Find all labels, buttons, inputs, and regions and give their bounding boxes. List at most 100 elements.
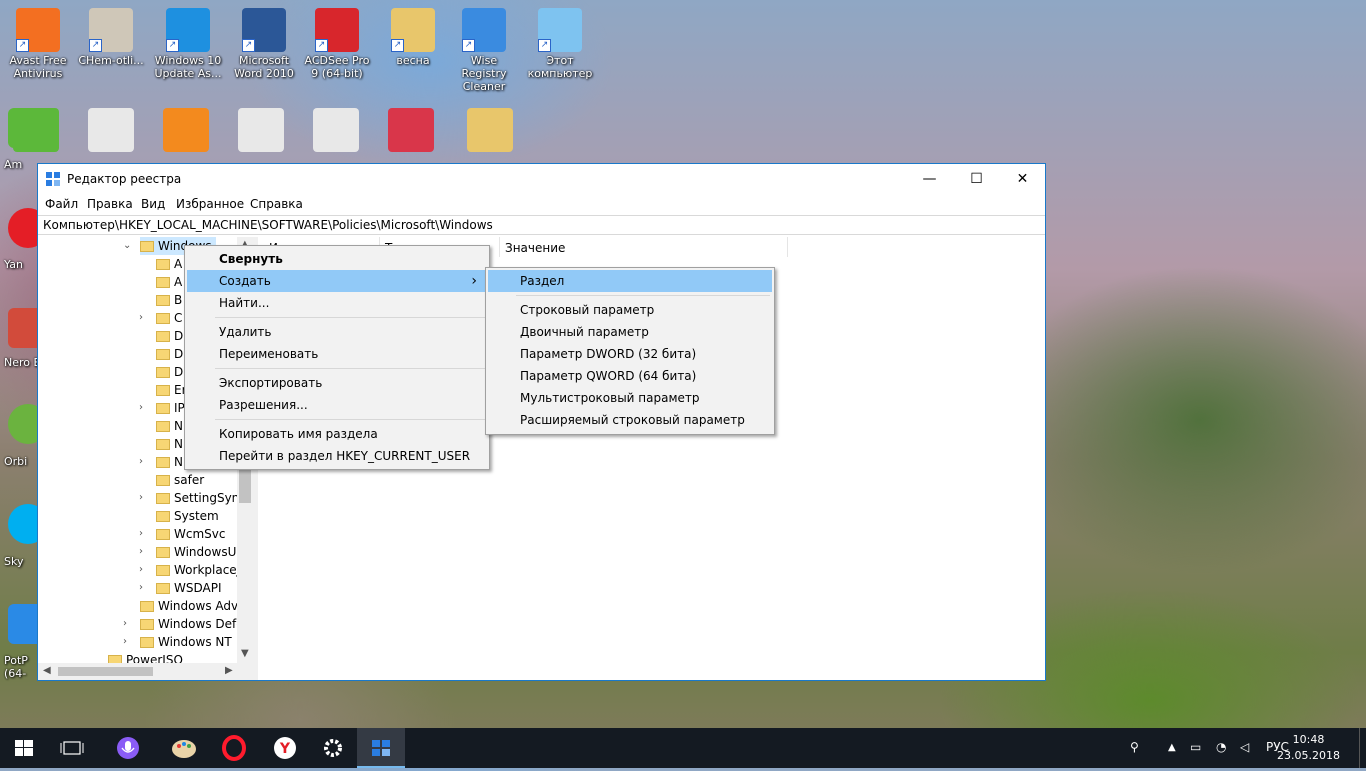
tree-node[interactable]: D (156, 345, 183, 363)
desktop-shortcut[interactable]: ↗ Microsoft Word 2010 (229, 8, 299, 80)
menu-item-rename[interactable]: Переименовать (187, 343, 487, 365)
collapsed-chevron-icon[interactable]: › (123, 633, 127, 651)
submenu-item-dword-value[interactable]: Параметр DWORD (32 бита) (488, 343, 772, 365)
desktop-shortcut[interactable]: ↗ ACDSee Pro 9 (64-bit) (302, 8, 372, 80)
start-button[interactable] (0, 728, 48, 768)
collapsed-chevron-icon[interactable]: › (139, 543, 143, 561)
tree-node[interactable]: D (156, 327, 183, 345)
menu-item-collapse[interactable]: Свернуть (187, 248, 487, 270)
submenu-item-string-value[interactable]: Строковый параметр (488, 299, 772, 321)
submenu-item-multistring-value[interactable]: Мультистроковый параметр (488, 387, 772, 409)
menu-file[interactable]: Файл (45, 197, 78, 211)
opera-button[interactable] (210, 728, 258, 768)
regedit-taskbar-button[interactable] (357, 728, 405, 768)
tree-horizontal-scroll-thumb[interactable] (58, 667, 153, 676)
tree-node[interactable]: Er (156, 381, 187, 399)
close-button[interactable]: ✕ (1000, 164, 1045, 194)
tree-node[interactable]: › Windows Defe (123, 615, 244, 633)
volume-icon[interactable]: ◁ (1240, 740, 1249, 754)
desktop-shortcut-icon[interactable] (238, 108, 284, 152)
desktop-shortcut-icon[interactable] (88, 108, 134, 152)
desktop-shortcut[interactable]: ↗ Этот компьютер (525, 8, 595, 80)
tree-node[interactable]: › C (139, 309, 182, 327)
scroll-right-arrow-icon[interactable]: ▶ (225, 665, 233, 676)
scroll-down-arrow-icon[interactable]: ▼ (241, 648, 249, 659)
tree-node[interactable]: › WorkplaceJ (139, 561, 240, 579)
expanded-chevron-icon[interactable]: ⌄ (123, 237, 131, 255)
menu-favorites[interactable]: Избранное (176, 197, 244, 211)
folder-icon (156, 493, 170, 504)
menu-edit[interactable]: Правка (87, 197, 133, 211)
submenu-item-expandable-string-value[interactable]: Расширяемый строковый параметр (488, 409, 772, 431)
tree-node[interactable]: A (156, 255, 182, 273)
desktop-shortcut[interactable]: ↗ Wise Registry Cleaner (449, 8, 519, 93)
task-view-button[interactable] (48, 728, 96, 768)
show-hidden-icons-chevron-icon[interactable]: ▲ (1168, 742, 1176, 753)
clock[interactable]: 10:48 23.05.2018 (1277, 732, 1340, 764)
minimize-button[interactable]: — (907, 164, 952, 194)
tree-node[interactable]: N (156, 435, 183, 453)
desktop-shortcut[interactable]: ↗ Avast Free Antivirus (3, 8, 73, 80)
title-bar[interactable]: Редактор реестра — ☐ ✕ (38, 164, 1045, 194)
tree-node[interactable]: › IP (139, 399, 185, 417)
yandex-button[interactable]: Y (261, 728, 309, 768)
scroll-left-arrow-icon[interactable]: ◀ (43, 665, 51, 676)
folder-icon: ↗ (391, 8, 435, 52)
collapsed-chevron-icon[interactable]: › (139, 525, 143, 543)
tree-node[interactable]: › N (139, 453, 183, 471)
menu-help[interactable]: Справка (250, 197, 303, 211)
tree-node[interactable]: N (156, 417, 183, 435)
menu-item-new[interactable]: Создать › (187, 270, 487, 292)
menu-item-goto-hkcu[interactable]: Перейти в раздел HKEY_CURRENT_USER (187, 445, 487, 467)
submenu-item-key[interactable]: Раздел (488, 270, 772, 292)
menu-item-export[interactable]: Экспортировать (187, 372, 487, 394)
menu-view[interactable]: Вид (141, 197, 165, 211)
collapsed-chevron-icon[interactable]: › (139, 489, 143, 507)
show-desktop-button[interactable] (1359, 728, 1366, 768)
desktop-shortcut-icon[interactable] (313, 108, 359, 152)
column-divider[interactable] (787, 237, 788, 257)
collapsed-chevron-icon[interactable]: › (139, 579, 143, 597)
tree-node[interactable]: A (156, 273, 182, 291)
desktop-shortcut[interactable]: ↗ весна (378, 8, 448, 67)
collapsed-chevron-icon[interactable]: › (139, 453, 143, 471)
column-divider[interactable] (499, 237, 500, 257)
desktop-shortcut[interactable]: ↗ CHem-otli... (76, 8, 146, 67)
folder-icon (140, 601, 154, 612)
column-value-header[interactable]: Значение (505, 241, 565, 255)
tree-node[interactable]: safer (156, 471, 204, 489)
desktop-shortcut-icon[interactable] (467, 108, 513, 152)
desktop-shortcut-icon[interactable] (388, 108, 434, 152)
paint-button[interactable] (160, 728, 208, 768)
tree-node[interactable]: › WSDAPI (139, 579, 222, 597)
menu-item-copy-key-name[interactable]: Копировать имя раздела (187, 423, 487, 445)
maximize-button[interactable]: ☐ (954, 164, 999, 194)
tree-node[interactable]: B (156, 291, 182, 309)
people-icon[interactable]: ⚲ (1130, 740, 1139, 754)
tree-node[interactable]: › Windows NT (123, 633, 232, 651)
menu-item-delete[interactable]: Удалить (187, 321, 487, 343)
tree-node[interactable]: System (156, 507, 219, 525)
network-icon[interactable]: ◔ (1216, 740, 1226, 754)
battery-icon[interactable]: ▭ (1190, 740, 1201, 754)
submenu-item-qword-value[interactable]: Параметр QWORD (64 бита) (488, 365, 772, 387)
cortana-button[interactable] (104, 728, 152, 768)
settings-button[interactable] (309, 728, 357, 768)
tree-node[interactable]: › WindowsUp (139, 543, 244, 561)
menu-separator (516, 295, 770, 296)
tree-node[interactable]: › WcmSvc (139, 525, 225, 543)
tree-node[interactable]: Windows Adva (140, 597, 245, 615)
collapsed-chevron-icon[interactable]: › (139, 399, 143, 417)
collapsed-chevron-icon[interactable]: › (139, 309, 143, 327)
tree-node[interactable]: › SettingSync (139, 489, 246, 507)
collapsed-chevron-icon[interactable]: › (123, 615, 127, 633)
menu-item-permissions[interactable]: Разрешения... (187, 394, 487, 416)
address-bar[interactable]: Компьютер\HKEY_LOCAL_MACHINE\SOFTWARE\Po… (38, 215, 1045, 235)
desktop-shortcut-icon[interactable] (163, 108, 209, 152)
side-icon-amazon[interactable] (8, 108, 48, 148)
desktop-shortcut[interactable]: ↗ Windows 10 Update As... (153, 8, 223, 80)
tree-node[interactable]: D (156, 363, 183, 381)
menu-item-find[interactable]: Найти... (187, 292, 487, 314)
collapsed-chevron-icon[interactable]: › (139, 561, 143, 579)
submenu-item-binary-value[interactable]: Двоичный параметр (488, 321, 772, 343)
